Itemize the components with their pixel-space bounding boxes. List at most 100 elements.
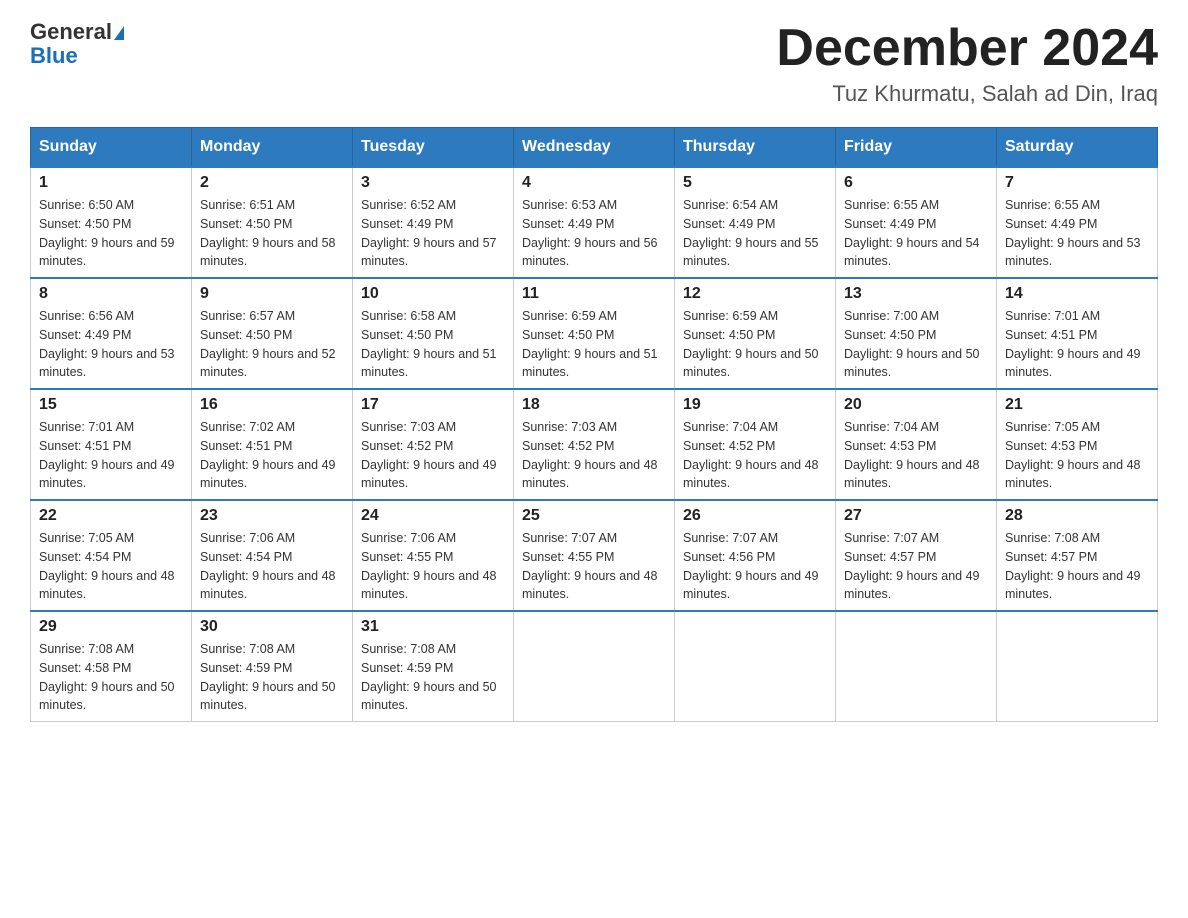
month-title: December 2024 xyxy=(776,20,1158,77)
calendar-day-cell: 20 Sunrise: 7:04 AMSunset: 4:53 PMDaylig… xyxy=(836,389,997,500)
day-info: Sunrise: 7:07 AMSunset: 4:56 PMDaylight:… xyxy=(683,531,819,601)
calendar-day-cell: 1 Sunrise: 6:50 AMSunset: 4:50 PMDayligh… xyxy=(31,167,192,278)
day-info: Sunrise: 7:08 AMSunset: 4:57 PMDaylight:… xyxy=(1005,531,1141,601)
calendar-day-cell: 8 Sunrise: 6:56 AMSunset: 4:49 PMDayligh… xyxy=(31,278,192,389)
calendar-day-cell: 29 Sunrise: 7:08 AMSunset: 4:58 PMDaylig… xyxy=(31,611,192,722)
day-number: 13 xyxy=(844,285,988,303)
calendar-day-cell: 2 Sunrise: 6:51 AMSunset: 4:50 PMDayligh… xyxy=(192,167,353,278)
day-info: Sunrise: 6:55 AMSunset: 4:49 PMDaylight:… xyxy=(844,198,980,268)
day-number: 12 xyxy=(683,285,827,303)
day-info: Sunrise: 6:51 AMSunset: 4:50 PMDaylight:… xyxy=(200,198,336,268)
day-info: Sunrise: 6:50 AMSunset: 4:50 PMDaylight:… xyxy=(39,198,175,268)
calendar-day-cell: 3 Sunrise: 6:52 AMSunset: 4:49 PMDayligh… xyxy=(353,167,514,278)
day-number: 30 xyxy=(200,618,344,636)
day-info: Sunrise: 7:07 AMSunset: 4:55 PMDaylight:… xyxy=(522,531,658,601)
calendar-day-cell: 18 Sunrise: 7:03 AMSunset: 4:52 PMDaylig… xyxy=(514,389,675,500)
day-number: 31 xyxy=(361,618,505,636)
calendar-week-row: 1 Sunrise: 6:50 AMSunset: 4:50 PMDayligh… xyxy=(31,167,1158,278)
day-info: Sunrise: 6:54 AMSunset: 4:49 PMDaylight:… xyxy=(683,198,819,268)
day-info: Sunrise: 7:01 AMSunset: 4:51 PMDaylight:… xyxy=(1005,309,1141,379)
day-of-week-header: Monday xyxy=(192,128,353,168)
day-number: 23 xyxy=(200,507,344,525)
day-info: Sunrise: 6:58 AMSunset: 4:50 PMDaylight:… xyxy=(361,309,497,379)
day-info: Sunrise: 7:08 AMSunset: 4:59 PMDaylight:… xyxy=(361,642,497,712)
day-info: Sunrise: 7:04 AMSunset: 4:52 PMDaylight:… xyxy=(683,420,819,490)
calendar-day-cell: 21 Sunrise: 7:05 AMSunset: 4:53 PMDaylig… xyxy=(997,389,1158,500)
day-info: Sunrise: 6:59 AMSunset: 4:50 PMDaylight:… xyxy=(522,309,658,379)
logo-general-text: General xyxy=(30,19,112,44)
day-number: 16 xyxy=(200,396,344,414)
day-info: Sunrise: 7:05 AMSunset: 4:53 PMDaylight:… xyxy=(1005,420,1141,490)
day-of-week-header: Wednesday xyxy=(514,128,675,168)
calendar-day-cell: 5 Sunrise: 6:54 AMSunset: 4:49 PMDayligh… xyxy=(675,167,836,278)
day-info: Sunrise: 7:03 AMSunset: 4:52 PMDaylight:… xyxy=(361,420,497,490)
day-number: 29 xyxy=(39,618,183,636)
day-number: 20 xyxy=(844,396,988,414)
day-of-week-header: Tuesday xyxy=(353,128,514,168)
calendar-day-cell xyxy=(675,611,836,722)
calendar-day-cell: 27 Sunrise: 7:07 AMSunset: 4:57 PMDaylig… xyxy=(836,500,997,611)
calendar-day-cell: 23 Sunrise: 7:06 AMSunset: 4:54 PMDaylig… xyxy=(192,500,353,611)
day-info: Sunrise: 7:00 AMSunset: 4:50 PMDaylight:… xyxy=(844,309,980,379)
calendar-day-cell xyxy=(836,611,997,722)
calendar-day-cell: 19 Sunrise: 7:04 AMSunset: 4:52 PMDaylig… xyxy=(675,389,836,500)
day-number: 28 xyxy=(1005,507,1149,525)
day-number: 8 xyxy=(39,285,183,303)
day-of-week-header: Sunday xyxy=(31,128,192,168)
calendar-week-row: 22 Sunrise: 7:05 AMSunset: 4:54 PMDaylig… xyxy=(31,500,1158,611)
calendar-week-row: 29 Sunrise: 7:08 AMSunset: 4:58 PMDaylig… xyxy=(31,611,1158,722)
calendar-day-cell: 7 Sunrise: 6:55 AMSunset: 4:49 PMDayligh… xyxy=(997,167,1158,278)
day-number: 25 xyxy=(522,507,666,525)
day-number: 6 xyxy=(844,174,988,192)
calendar-body: 1 Sunrise: 6:50 AMSunset: 4:50 PMDayligh… xyxy=(31,167,1158,722)
day-info: Sunrise: 7:05 AMSunset: 4:54 PMDaylight:… xyxy=(39,531,175,601)
day-of-week-header: Saturday xyxy=(997,128,1158,168)
day-info: Sunrise: 7:02 AMSunset: 4:51 PMDaylight:… xyxy=(200,420,336,490)
calendar-day-cell: 24 Sunrise: 7:06 AMSunset: 4:55 PMDaylig… xyxy=(353,500,514,611)
calendar-day-cell: 26 Sunrise: 7:07 AMSunset: 4:56 PMDaylig… xyxy=(675,500,836,611)
calendar-day-cell: 25 Sunrise: 7:07 AMSunset: 4:55 PMDaylig… xyxy=(514,500,675,611)
day-number: 9 xyxy=(200,285,344,303)
calendar-week-row: 8 Sunrise: 6:56 AMSunset: 4:49 PMDayligh… xyxy=(31,278,1158,389)
day-number: 27 xyxy=(844,507,988,525)
day-number: 18 xyxy=(522,396,666,414)
calendar-header: SundayMondayTuesdayWednesdayThursdayFrid… xyxy=(31,128,1158,168)
day-number: 14 xyxy=(1005,285,1149,303)
day-number: 24 xyxy=(361,507,505,525)
day-number: 10 xyxy=(361,285,505,303)
day-info: Sunrise: 6:52 AMSunset: 4:49 PMDaylight:… xyxy=(361,198,497,268)
day-info: Sunrise: 7:08 AMSunset: 4:59 PMDaylight:… xyxy=(200,642,336,712)
day-number: 1 xyxy=(39,174,183,192)
logo: General Blue xyxy=(30,20,124,68)
title-block: December 2024 Tuz Khurmatu, Salah ad Din… xyxy=(776,20,1158,107)
day-info: Sunrise: 7:03 AMSunset: 4:52 PMDaylight:… xyxy=(522,420,658,490)
day-number: 7 xyxy=(1005,174,1149,192)
calendar-day-cell: 30 Sunrise: 7:08 AMSunset: 4:59 PMDaylig… xyxy=(192,611,353,722)
calendar-day-cell xyxy=(514,611,675,722)
day-info: Sunrise: 6:59 AMSunset: 4:50 PMDaylight:… xyxy=(683,309,819,379)
calendar-day-cell: 9 Sunrise: 6:57 AMSunset: 4:50 PMDayligh… xyxy=(192,278,353,389)
calendar-day-cell: 31 Sunrise: 7:08 AMSunset: 4:59 PMDaylig… xyxy=(353,611,514,722)
day-info: Sunrise: 7:06 AMSunset: 4:55 PMDaylight:… xyxy=(361,531,497,601)
calendar-day-cell xyxy=(997,611,1158,722)
day-info: Sunrise: 7:04 AMSunset: 4:53 PMDaylight:… xyxy=(844,420,980,490)
day-number: 22 xyxy=(39,507,183,525)
day-number: 17 xyxy=(361,396,505,414)
days-of-week-row: SundayMondayTuesdayWednesdayThursdayFrid… xyxy=(31,128,1158,168)
calendar-day-cell: 12 Sunrise: 6:59 AMSunset: 4:50 PMDaylig… xyxy=(675,278,836,389)
calendar-day-cell: 14 Sunrise: 7:01 AMSunset: 4:51 PMDaylig… xyxy=(997,278,1158,389)
page-header: General Blue December 2024 Tuz Khurmatu,… xyxy=(30,20,1158,107)
day-number: 4 xyxy=(522,174,666,192)
day-of-week-header: Thursday xyxy=(675,128,836,168)
calendar-day-cell: 15 Sunrise: 7:01 AMSunset: 4:51 PMDaylig… xyxy=(31,389,192,500)
calendar-day-cell: 11 Sunrise: 6:59 AMSunset: 4:50 PMDaylig… xyxy=(514,278,675,389)
day-info: Sunrise: 7:01 AMSunset: 4:51 PMDaylight:… xyxy=(39,420,175,490)
calendar-day-cell: 28 Sunrise: 7:08 AMSunset: 4:57 PMDaylig… xyxy=(997,500,1158,611)
day-of-week-header: Friday xyxy=(836,128,997,168)
calendar-day-cell: 4 Sunrise: 6:53 AMSunset: 4:49 PMDayligh… xyxy=(514,167,675,278)
day-info: Sunrise: 6:53 AMSunset: 4:49 PMDaylight:… xyxy=(522,198,658,268)
calendar-day-cell: 17 Sunrise: 7:03 AMSunset: 4:52 PMDaylig… xyxy=(353,389,514,500)
calendar-day-cell: 6 Sunrise: 6:55 AMSunset: 4:49 PMDayligh… xyxy=(836,167,997,278)
day-info: Sunrise: 6:55 AMSunset: 4:49 PMDaylight:… xyxy=(1005,198,1141,268)
day-info: Sunrise: 7:06 AMSunset: 4:54 PMDaylight:… xyxy=(200,531,336,601)
